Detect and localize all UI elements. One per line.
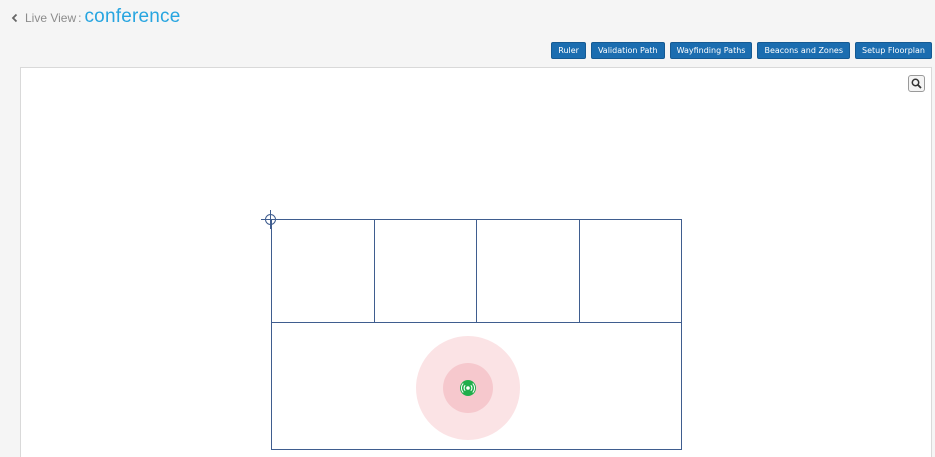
- back-link[interactable]: Live View: [10, 9, 76, 25]
- live-view-page: Live View : conference Ruler Validation …: [0, 0, 935, 457]
- setup-floorplan-button[interactable]: Setup Floorplan: [854, 42, 932, 59]
- toolbar: Ruler Validation Path Wayfinding Paths B…: [551, 42, 932, 59]
- breadcrumb-separator: :: [78, 11, 82, 25]
- beacons-and-zones-button[interactable]: Beacons and Zones: [757, 42, 850, 59]
- wayfinding-paths-button[interactable]: Wayfinding Paths: [669, 42, 753, 59]
- validation-path-button[interactable]: Validation Path: [590, 42, 665, 59]
- ruler-button[interactable]: Ruler: [551, 42, 586, 59]
- chevron-left-icon: [10, 10, 20, 23]
- beacon-marker[interactable]: [416, 336, 520, 440]
- floorplan-drawing: [261, 210, 682, 450]
- breadcrumb: Live View : conference: [10, 6, 181, 28]
- beacon-signal-icon: [460, 380, 476, 396]
- crosshair-icon[interactable]: [261, 210, 280, 229]
- back-label: Live View: [25, 11, 77, 25]
- floorplan-canvas[interactable]: [20, 67, 932, 457]
- page-title: conference: [84, 6, 181, 27]
